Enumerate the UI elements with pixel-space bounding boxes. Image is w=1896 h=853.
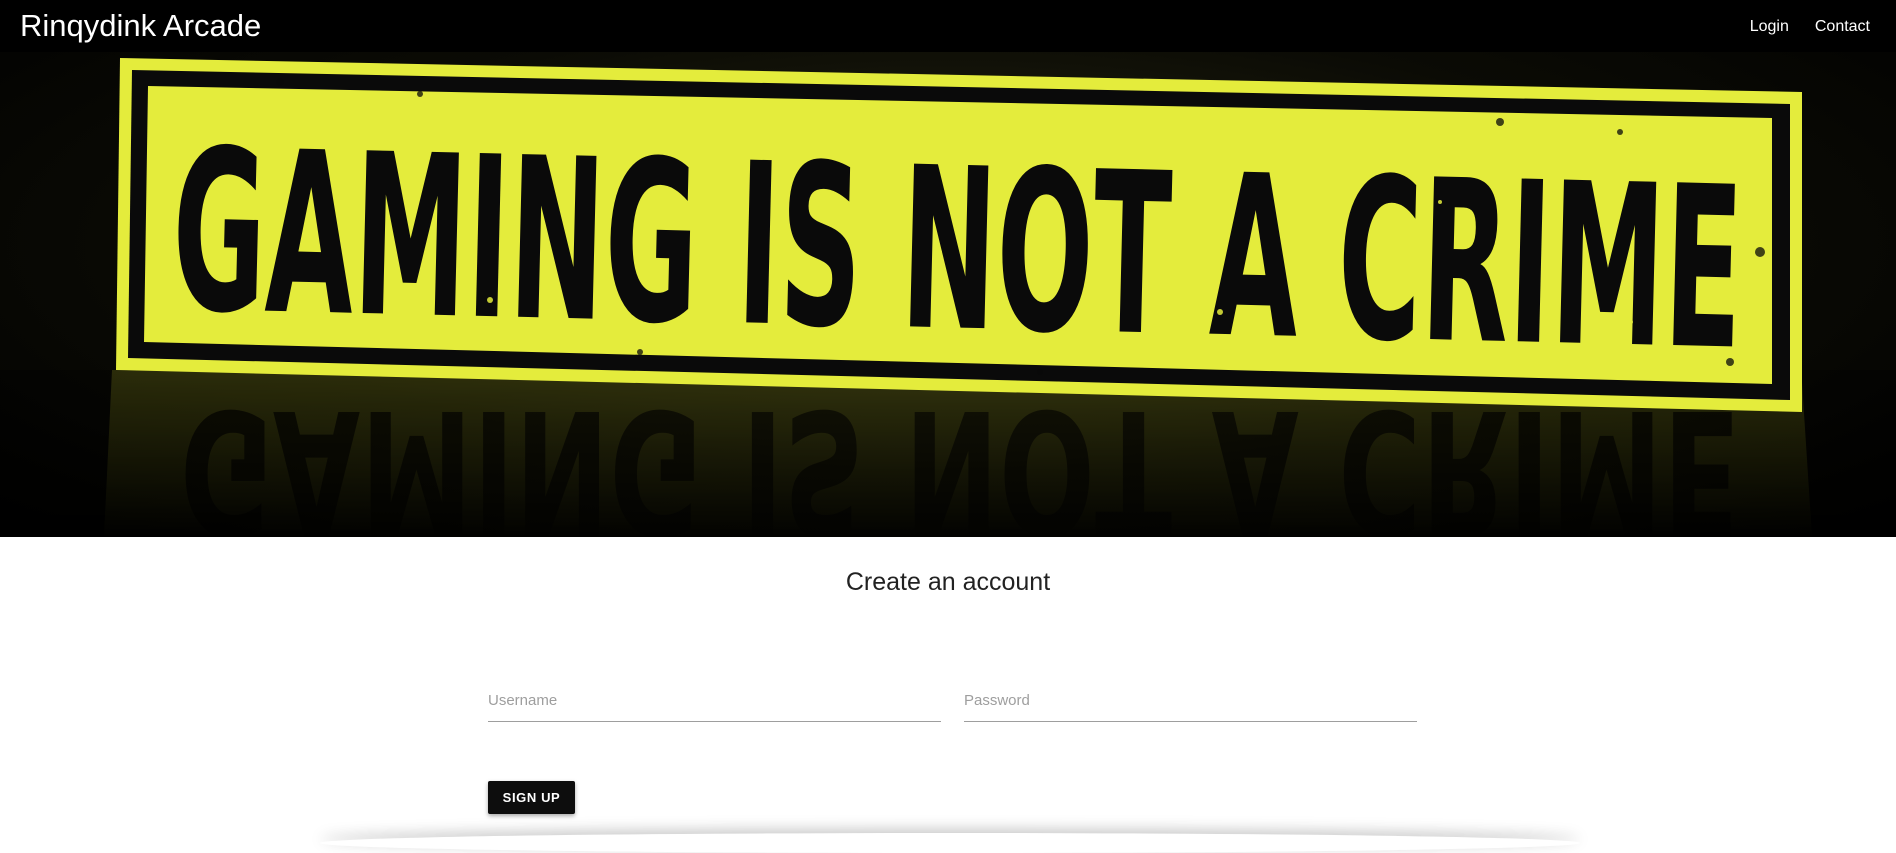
hero-banner-image: GAMING IS NOT A CRIME GAMING IS NOT A CR…	[0, 52, 1896, 537]
banner-graphic: GAMING IS NOT A CRIME GAMING IS NOT A CR…	[0, 58, 1896, 537]
sign-up-button[interactable]: SIGN UP	[488, 781, 575, 814]
username-input[interactable]	[488, 687, 941, 713]
banner-sign: GAMING IS NOT A CRIME	[116, 58, 1802, 412]
nav-login-link[interactable]: Login	[1750, 17, 1789, 37]
password-field	[964, 687, 1417, 722]
top-navbar: Rinqydink Arcade Login Contact	[0, 0, 1896, 52]
brand-link[interactable]: Rinqydink Arcade	[20, 9, 261, 43]
nav-links: Login Contact	[1750, 17, 1870, 37]
nav-contact-link[interactable]: Contact	[1815, 17, 1870, 37]
signup-section: Create an account SIGN UP	[0, 537, 1896, 838]
password-input[interactable]	[964, 687, 1417, 713]
page-title: Create an account	[845, 568, 1051, 596]
card-shadow	[320, 833, 1580, 853]
banner-text: GAMING IS NOT A CRIME	[170, 102, 1746, 400]
username-field	[488, 687, 941, 722]
